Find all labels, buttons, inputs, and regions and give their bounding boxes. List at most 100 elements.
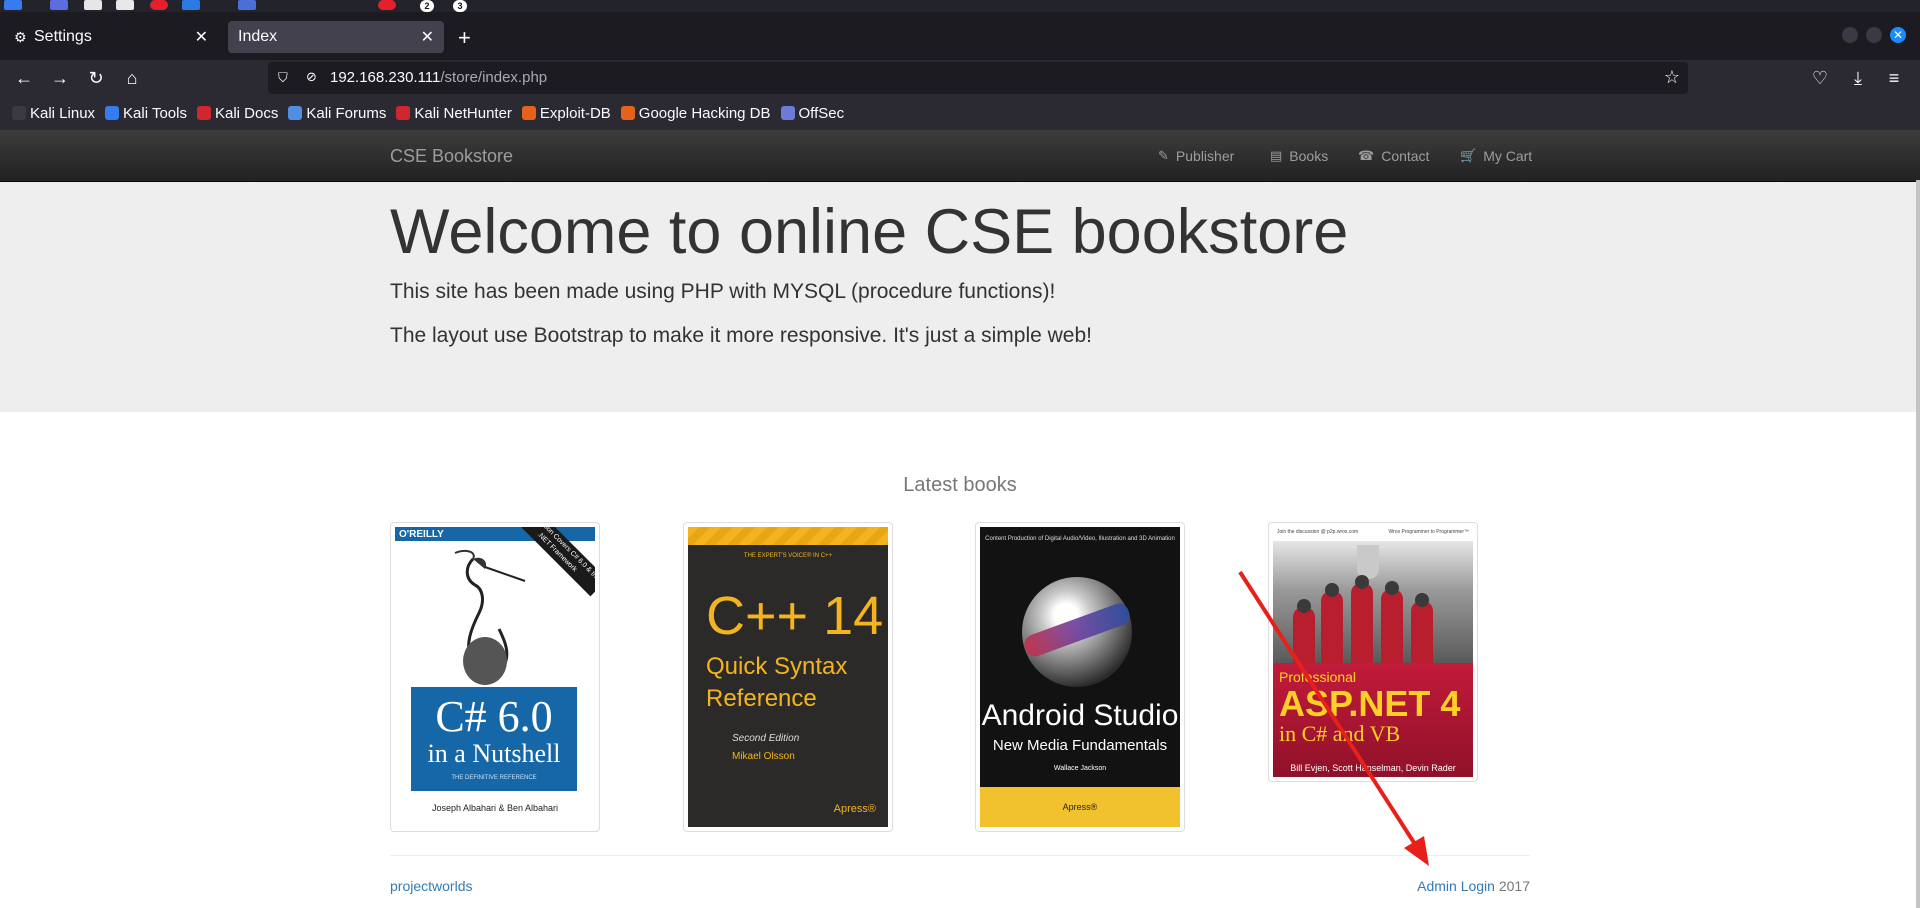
book-title: in a Nutshell: [427, 739, 561, 768]
tab-index[interactable]: Index ✕: [228, 21, 444, 53]
book-tagline: Wrox Programmer to Programmer™: [1388, 529, 1469, 535]
page-info-icon[interactable]: ⊘: [306, 69, 317, 85]
book-cover: Content Production of Digital Audio/Vide…: [980, 527, 1180, 827]
book-authors: Joseph Albahari & Ben Albahari: [431, 803, 559, 813]
new-tab-button[interactable]: +: [458, 27, 471, 49]
book-tagline: Content Production of Digital Audio/Vide…: [985, 536, 1175, 542]
jumbotron: Welcome to online CSE bookstore This sit…: [0, 182, 1920, 412]
badge-count: 2: [420, 0, 434, 12]
site-brand[interactable]: CSE Bookstore: [390, 146, 513, 167]
nethunter-icon: [396, 106, 411, 120]
nav-contact[interactable]: ☎ Contact: [1358, 148, 1429, 164]
window-icon[interactable]: [378, 0, 396, 10]
terminal-icon[interactable]: [116, 0, 134, 10]
forward-button[interactable]: →: [48, 66, 72, 90]
badge-count: 3: [453, 0, 467, 12]
book-title: C# 6.0: [435, 692, 553, 741]
back-button[interactable]: ←: [12, 66, 36, 90]
bookmark-kali-nethunter[interactable]: Kali NetHunter: [396, 105, 512, 122]
kali-forums-icon: [288, 106, 303, 120]
footer-link-projectworlds[interactable]: projectworlds: [390, 878, 472, 894]
phone-icon: ☎: [1358, 148, 1375, 163]
bookmark-kali-forums[interactable]: Kali Forums: [288, 105, 386, 122]
tab-label: Settings: [34, 28, 92, 45]
book-authors: Wallace Jackson: [1053, 765, 1107, 772]
tab-settings[interactable]: ⚙ Settings ✕: [4, 21, 218, 53]
book-subtitle: THE DEFINITIVE REFERENCE: [451, 775, 537, 781]
bird-illustration: [454, 550, 526, 685]
kali-docs-icon: [196, 106, 211, 120]
publisher-logo: Apress®: [833, 803, 876, 815]
book-authors: Bill Evjen, Scott Hanselman, Devin Rader: [1290, 763, 1456, 773]
tab-strip: ⚙ Settings ✕ Index ✕ + ✕: [0, 12, 1920, 60]
app-icon[interactable]: [182, 0, 200, 10]
tab-label: Index: [238, 28, 278, 45]
offsec-icon: [780, 106, 795, 120]
book-title: ASP.NET 4: [1279, 683, 1461, 724]
publisher-logo: Apress®: [1062, 802, 1098, 812]
minimize-button[interactable]: [1842, 27, 1858, 43]
address-bar[interactable]: ⛉ ⊘ 192.168.230.111/store/index.php ☆: [268, 62, 1688, 94]
book-cover: O'REILLY 6th Edition Covers C# 6.0 & the…: [395, 527, 595, 827]
os-taskbar: 2 3: [0, 0, 1920, 12]
admin-login-link[interactable]: Admin Login: [1417, 878, 1495, 894]
kali-tools-icon: [105, 106, 120, 120]
menu-icon[interactable]: ≡: [1882, 66, 1906, 90]
pocket-icon[interactable]: ♡: [1808, 66, 1832, 90]
title-panel: C# 6.0 in a Nutshell THE DEFINITIVE REFE…: [411, 687, 577, 791]
close-tab-icon[interactable]: ✕: [421, 27, 434, 47]
footer-right: Admin Login 2017: [1417, 878, 1530, 894]
publisher-logo: O'REILLY: [399, 529, 444, 540]
url-text[interactable]: 192.168.230.111/store/index.php: [330, 69, 547, 86]
scrollbar[interactable]: [1916, 180, 1920, 908]
shield-icon[interactable]: ⛉: [278, 70, 292, 86]
bookmark-kali-docs[interactable]: Kali Docs: [196, 105, 278, 122]
book-thumbnail[interactable]: THE EXPERT'S VOICE® IN C++ C++ 14 Quick …: [683, 522, 893, 832]
window-icon[interactable]: [238, 0, 256, 10]
page-viewport: CSE Bookstore ✎ Publisher ▤ Books ☎ Contact…: [0, 130, 1920, 908]
cart-icon: 🛒: [1460, 148, 1477, 163]
section-heading: Latest books: [903, 474, 1017, 496]
title-panel: Professional ASP.NET 4 in C# and VB Bill…: [1273, 663, 1473, 777]
files-icon[interactable]: [84, 0, 102, 10]
bookmark-exploit-db[interactable]: Exploit-DB: [521, 105, 611, 122]
book-thumbnail[interactable]: Content Production of Digital Audio/Vide…: [975, 522, 1185, 832]
reload-button[interactable]: ↻: [84, 66, 108, 90]
paperclip-icon: ✎: [1158, 148, 1169, 163]
exploit-db-icon: [521, 106, 536, 120]
maximize-button[interactable]: [1866, 27, 1882, 43]
book-edition: Second Edition: [732, 733, 800, 744]
home-button[interactable]: ⌂: [120, 66, 144, 90]
gear-icon: ⚙: [14, 29, 27, 45]
bookmark-offsec[interactable]: OffSec: [780, 105, 844, 122]
nav-publisher[interactable]: ✎ Publisher: [1158, 148, 1234, 164]
bookmarks-toolbar: Kali Linux Kali Tools Kali Docs Kali For…: [0, 96, 1920, 130]
book-cover: Join the discussion @ p2p.wrox.com Wrox P…: [1273, 527, 1473, 777]
book-series: THE EXPERT'S VOICE® IN C++: [743, 553, 833, 559]
book-authors: Mikael Olsson: [732, 751, 795, 762]
site-navbar: CSE Bookstore ✎ Publisher ▤ Books ☎ Contact…: [0, 130, 1920, 182]
bookmark-google-hacking-db[interactable]: Google Hacking DB: [620, 105, 771, 122]
book-icon: ▤: [1270, 148, 1283, 163]
close-tab-icon[interactable]: ✕: [195, 27, 208, 47]
team-photo: [1273, 541, 1473, 663]
close-window-button[interactable]: ✕: [1890, 27, 1906, 43]
footer-year: 2017: [1498, 878, 1530, 894]
browser-icon[interactable]: [150, 0, 168, 10]
nav-books[interactable]: ▤ Books: [1270, 148, 1328, 164]
bookmark-star-icon[interactable]: ☆: [1664, 67, 1680, 88]
book-title: Android Studio: [981, 699, 1179, 732]
book-thumbnail[interactable]: Join the discussion @ p2p.wrox.com Wrox P…: [1268, 522, 1478, 782]
divider: [390, 855, 1530, 856]
workspace-icon[interactable]: [50, 0, 68, 10]
book-thumbnail[interactable]: O'REILLY 6th Edition Covers C# 6.0 & the…: [390, 522, 600, 832]
kali-menu-icon[interactable]: [4, 0, 22, 10]
bookmark-kali-tools[interactable]: Kali Tools: [105, 105, 187, 122]
nav-my-cart[interactable]: 🛒 My Cart: [1460, 148, 1532, 164]
book-tagline: Join the discussion @ p2p.wrox.com: [1277, 529, 1359, 535]
kali-icon: [12, 106, 26, 120]
intro-text: The layout use Bootstrap to make it more…: [390, 324, 1092, 347]
book-subtitle: New Media Fundamentals: [992, 737, 1168, 754]
bookmark-kali-linux[interactable]: Kali Linux: [12, 105, 95, 122]
downloads-icon[interactable]: ⤓: [1846, 66, 1870, 90]
